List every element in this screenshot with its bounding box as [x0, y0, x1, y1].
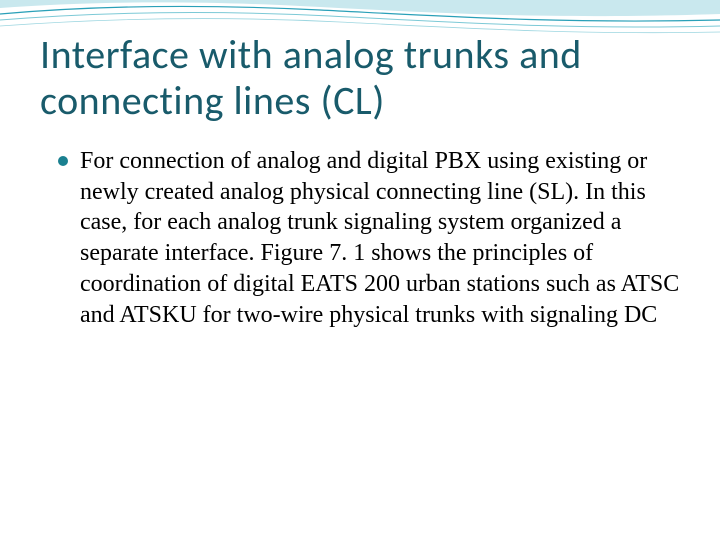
- slide-title: Interface with analog trunks and connect…: [40, 32, 680, 124]
- bullet-text: For connection of analog and digital PBX…: [80, 146, 680, 330]
- bullet-item: For connection of analog and digital PBX…: [58, 146, 680, 330]
- slide-content: Interface with analog trunks and connect…: [0, 0, 720, 330]
- bullet-dot-icon: [58, 156, 68, 166]
